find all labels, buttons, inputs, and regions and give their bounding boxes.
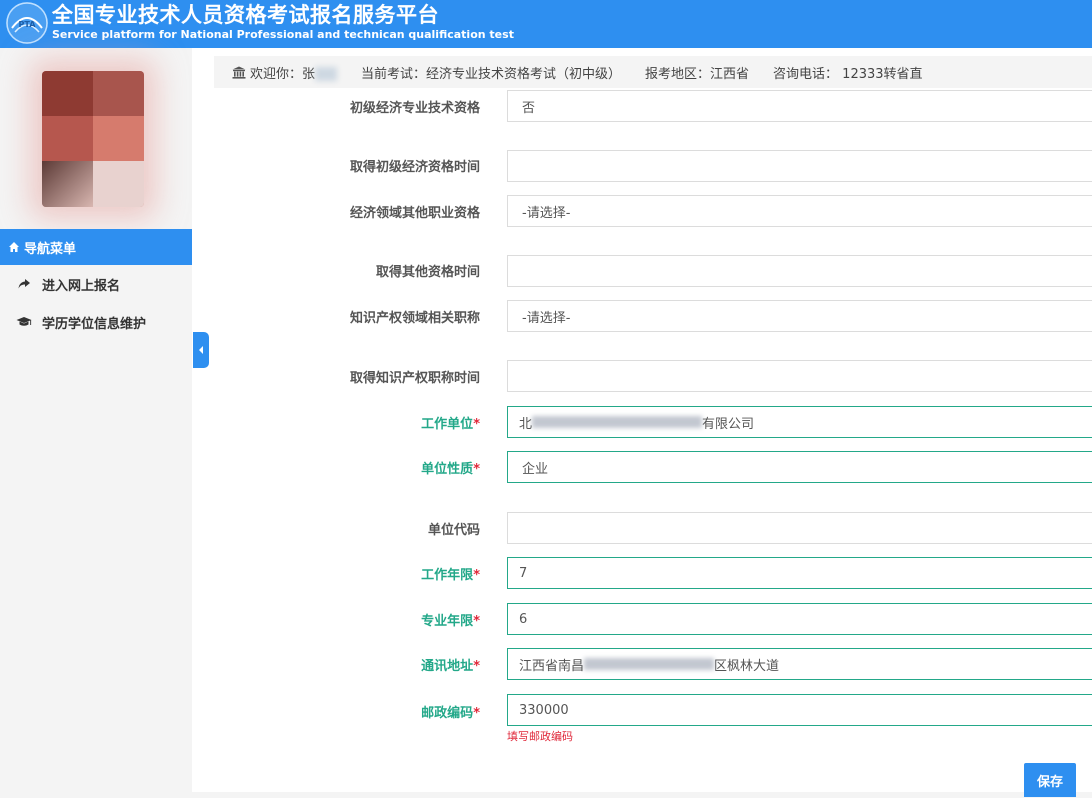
avatar	[42, 71, 144, 207]
consult-phone: 咨询电话： 12333转省直	[773, 66, 923, 82]
nav-menu-header: 导航菜单	[0, 229, 192, 265]
sidebar-item-label: 学历学位信息维护	[42, 316, 147, 332]
field-label-employer-type: 单位性质*	[421, 462, 480, 477]
field-label-other-qualification: 经济领域其他职业资格	[349, 206, 480, 221]
share-arrow-icon	[16, 277, 32, 291]
postal-code-input[interactable]: 330000	[507, 694, 1092, 726]
employer-suffix: 有限公司	[702, 416, 755, 432]
other-qualification-time-input[interactable]	[507, 255, 1092, 287]
sidebar-item-online-registration[interactable]: 进入网上报名	[0, 265, 192, 303]
org-code-input[interactable]	[507, 512, 1092, 544]
required-star: *	[473, 659, 480, 674]
field-label-org-code: 单位代码	[427, 523, 480, 538]
info-bar: 欢迎你：张 当前考试：经济专业技术资格考试（初中级） 报考地区：江西省 咨询电话…	[214, 56, 1092, 88]
employer-input[interactable]: 北 有限公司	[507, 406, 1092, 438]
logo: PTA	[6, 2, 48, 44]
graduation-cap-icon	[16, 315, 32, 329]
address-input[interactable]: 江西省南昌 区枫林大道	[507, 648, 1092, 680]
exam-region: 报考地区：江西省	[645, 66, 750, 82]
required-star: *	[473, 462, 480, 477]
ip-title-select[interactable]: -请选择-	[507, 300, 1092, 332]
junior-qualification-field[interactable]: 否	[507, 90, 1092, 122]
required-star: *	[473, 614, 480, 629]
postal-code-hint: 填写邮政编码	[507, 730, 573, 743]
field-label-work-years: 工作年限*	[421, 568, 480, 583]
field-label-employer: 工作单位*	[421, 417, 480, 432]
bank-icon	[232, 66, 246, 79]
logo-text: PTA	[19, 20, 37, 29]
field-label-junior-qualification-time: 取得初级经济资格时间	[349, 160, 480, 175]
other-qualification-select[interactable]: -请选择-	[507, 195, 1092, 227]
current-exam: 当前考试：经济专业技术资格考试（初中级）	[361, 66, 622, 82]
employer-prefix: 北	[519, 416, 533, 432]
field-label-other-qualification-time: 取得其他资格时间	[375, 265, 480, 280]
required-star: *	[473, 568, 480, 583]
main-content	[210, 88, 1092, 794]
top-header: PTA 全国专业技术人员资格考试报名服务平台 Service platform …	[0, 0, 1092, 48]
professional-years-input[interactable]: 6	[507, 603, 1092, 635]
ip-title-time-input[interactable]	[507, 360, 1092, 392]
field-label-postal-code: 邮政编码*	[421, 706, 480, 721]
address-suffix: 区枫林大道	[714, 658, 780, 674]
platform-subtitle: Service platform for National Profession…	[52, 28, 514, 41]
platform-title: 全国专业技术人员资格考试报名服务平台	[52, 3, 439, 27]
field-label-ip-title: 知识产权领域相关职称	[349, 311, 480, 326]
sidebar-toggle-button[interactable]	[193, 332, 209, 368]
sidebar-item-degree-info[interactable]: 学历学位信息维护	[0, 303, 192, 341]
home-icon	[9, 242, 19, 252]
junior-qualification-time-input[interactable]	[507, 150, 1092, 182]
field-label-junior-qualification: 初级经济专业技术资格	[349, 101, 480, 116]
employer-type-select[interactable]: 企业	[507, 451, 1092, 483]
caret-left-icon	[199, 346, 203, 354]
required-star: *	[473, 706, 480, 721]
sidebar-item-label: 进入网上报名	[42, 278, 121, 294]
field-label-professional-years: 专业年限*	[421, 614, 480, 629]
nav-menu-header-label: 导航菜单	[24, 241, 77, 257]
field-label-ip-title-time: 取得知识产权职称时间	[349, 371, 480, 386]
sidebar: 导航菜单 进入网上报名 学历学位信息维护	[0, 48, 192, 798]
field-label-address: 通讯地址*	[421, 659, 480, 674]
address-prefix: 江西省南昌	[519, 658, 585, 674]
welcome-text: 欢迎你：张	[250, 63, 338, 82]
save-button[interactable]: 保存	[1024, 763, 1076, 797]
required-star: *	[473, 417, 480, 432]
work-years-input[interactable]: 7	[507, 557, 1092, 589]
